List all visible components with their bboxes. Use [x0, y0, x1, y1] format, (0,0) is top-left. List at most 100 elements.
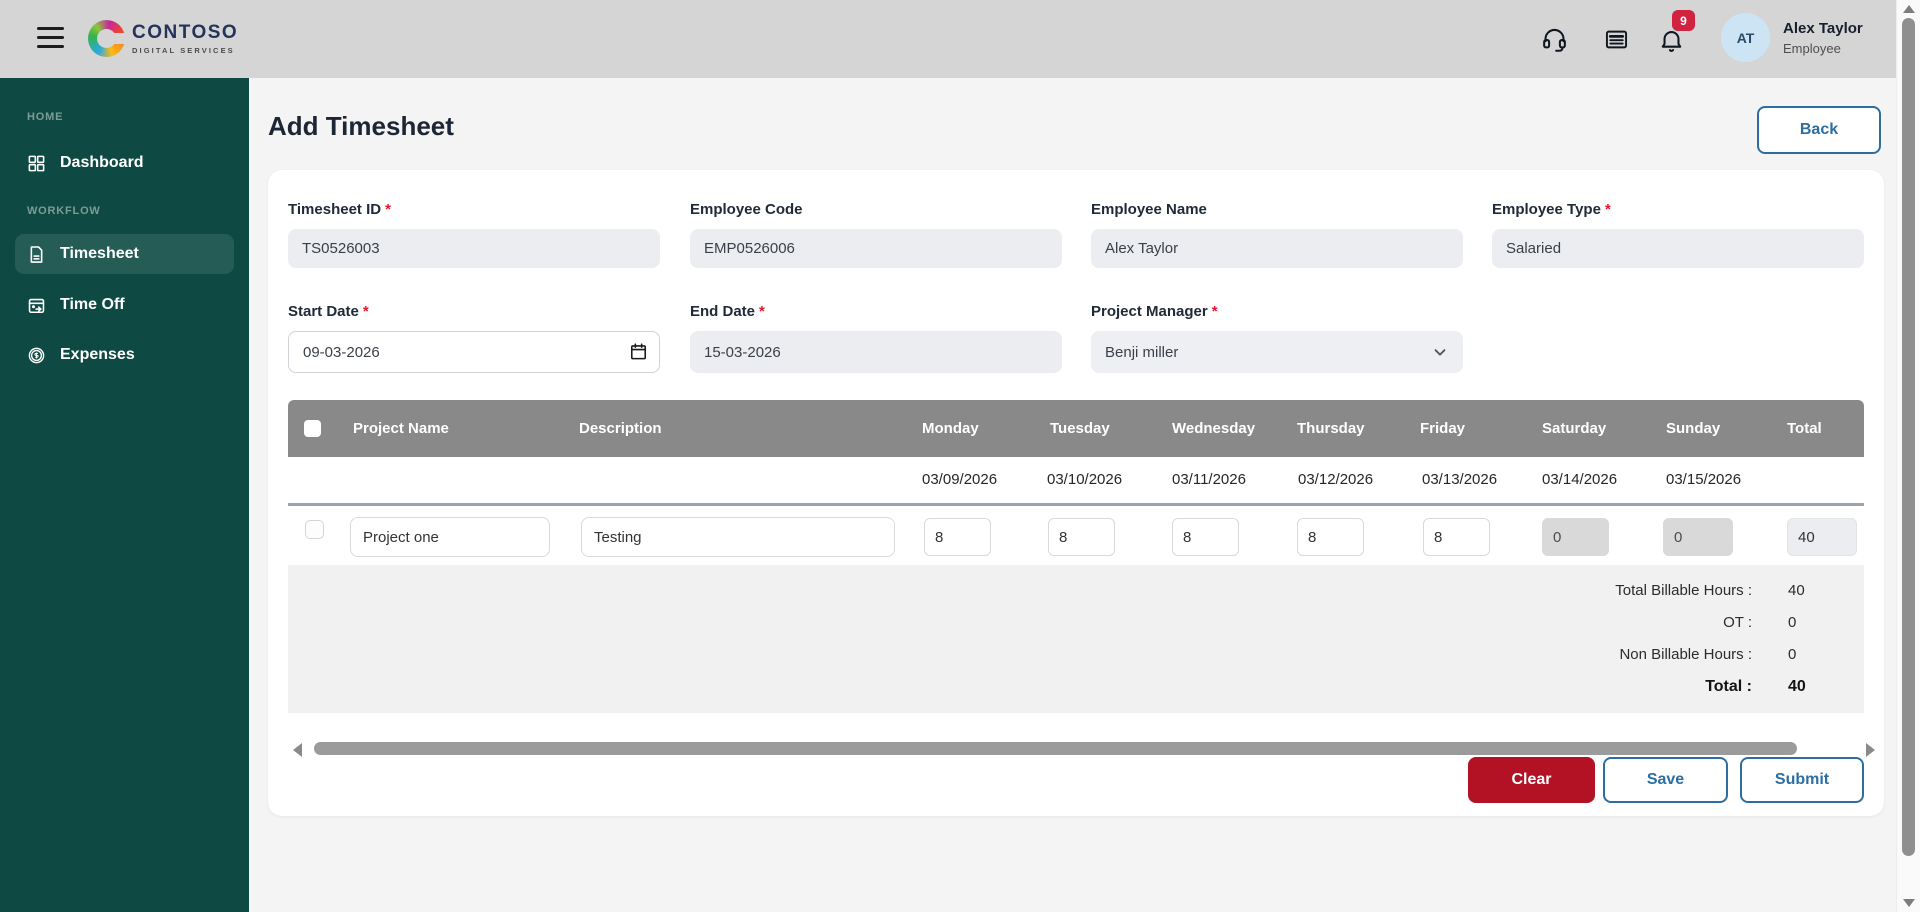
project-manager-select[interactable]: Benji miller: [1091, 331, 1463, 373]
scroll-right-arrow-icon[interactable]: [1866, 743, 1875, 757]
non-billable-value: 0: [1788, 646, 1848, 663]
chevron-down-icon: [1431, 343, 1449, 361]
user-avatar[interactable]: AT: [1721, 13, 1770, 62]
notification-count-badge[interactable]: 9: [1672, 10, 1695, 31]
total-billable-value: 40: [1788, 582, 1848, 599]
employee-name-input: [1091, 229, 1463, 268]
brand-logo: CONTOSO DIGITAL SERVICES: [88, 20, 238, 57]
sidebar-item-expenses[interactable]: Expenses: [15, 335, 234, 375]
main-content: Add Timesheet Back Timesheet ID* Employe…: [249, 78, 1896, 912]
expenses-dollar-icon: [27, 346, 46, 365]
timesheet-table-header: Project Name Description Monday Tuesday …: [288, 400, 1864, 457]
col-friday: Friday: [1420, 400, 1465, 457]
total-billable-label: Total Billable Hours :: [1615, 582, 1752, 599]
thursday-hours-input[interactable]: [1297, 518, 1364, 556]
clear-button[interactable]: Clear: [1468, 757, 1595, 803]
sidebar-item-label: Timesheet: [60, 245, 139, 263]
date-wednesday: 03/11/2026: [1172, 457, 1246, 503]
required-asterisk: *: [759, 303, 765, 320]
required-asterisk: *: [1605, 201, 1611, 218]
contoso-logo-icon: [88, 20, 125, 57]
col-monday: Monday: [922, 400, 979, 457]
project-manager-value: Benji miller: [1105, 344, 1178, 361]
sidebar-item-dashboard[interactable]: Dashboard: [15, 143, 234, 183]
select-all-checkbox[interactable]: [304, 420, 321, 437]
sidebar-item-label: Time Off: [60, 296, 125, 314]
saturday-hours-input: [1542, 518, 1609, 556]
col-sunday: Sunday: [1666, 400, 1720, 457]
project-name-input[interactable]: [350, 517, 550, 557]
table-horizontal-scrollbar: [288, 740, 1884, 758]
save-button[interactable]: Save: [1603, 757, 1728, 803]
timesheet-entry-row: [288, 506, 1864, 565]
headset-icon[interactable]: [1541, 26, 1568, 53]
project-manager-label: Project Manager*: [1091, 303, 1463, 323]
dashboard-grid-icon: [27, 154, 46, 173]
totals-summary: Total Billable Hours : 40 OT : 0 Non Bil…: [288, 565, 1864, 713]
scroll-up-arrow-icon[interactable]: [1903, 5, 1915, 13]
back-button[interactable]: Back: [1757, 106, 1881, 154]
col-project-name: Project Name: [353, 400, 449, 457]
sidebar-item-label: Expenses: [60, 346, 135, 364]
employee-name-label: Employee Name: [1091, 201, 1463, 221]
sidebar-nav: HOME Dashboard WORKFLOW Timesheet: [0, 78, 249, 912]
end-date-input: [690, 331, 1062, 373]
total-billable-row: Total Billable Hours : 40: [304, 582, 1848, 599]
employee-type-label: Employee Type*: [1492, 201, 1864, 221]
timesheet-id-input: [288, 229, 660, 268]
date-saturday: 03/14/2026: [1542, 457, 1617, 503]
description-input[interactable]: [581, 517, 895, 557]
employee-code-input: [690, 229, 1062, 268]
week-dates-row: 03/09/2026 03/10/2026 03/11/2026 03/12/2…: [288, 457, 1864, 503]
friday-hours-input[interactable]: [1423, 518, 1490, 556]
required-asterisk: *: [363, 303, 369, 320]
grand-total-row: Total : 40: [304, 678, 1848, 696]
row-checkbox[interactable]: [305, 520, 324, 539]
newsfeed-icon[interactable]: [1603, 26, 1630, 53]
top-header-bar: CONTOSO DIGITAL SERVICES 9 AT Alex Taylo…: [0, 0, 1896, 78]
sidebar-item-label: Dashboard: [60, 154, 144, 172]
tuesday-hours-input[interactable]: [1048, 518, 1115, 556]
start-date-input[interactable]: [288, 331, 660, 373]
grand-total-label: Total :: [1705, 678, 1752, 696]
grand-total-value: 40: [1788, 678, 1848, 696]
required-asterisk: *: [1212, 303, 1218, 320]
end-date-label: End Date*: [690, 303, 1062, 323]
col-saturday: Saturday: [1542, 400, 1606, 457]
row-total-input: [1787, 518, 1857, 556]
page-title: Add Timesheet: [268, 111, 454, 142]
date-thursday: 03/12/2026: [1298, 457, 1373, 503]
date-sunday: 03/15/2026: [1666, 457, 1741, 503]
col-thursday: Thursday: [1297, 400, 1365, 457]
scroll-left-arrow-icon[interactable]: [293, 743, 302, 757]
notification-bell-icon[interactable]: [1658, 28, 1685, 55]
timesheet-form-card: Timesheet ID* Employee Code Employee Nam…: [268, 170, 1884, 816]
timesheet-id-label: Timesheet ID*: [288, 201, 660, 221]
wednesday-hours-input[interactable]: [1172, 518, 1239, 556]
calendar-icon[interactable]: [629, 342, 648, 361]
start-date-label: Start Date*: [288, 303, 660, 323]
time-off-calendar-icon: [27, 296, 46, 315]
monday-hours-input[interactable]: [924, 518, 991, 556]
date-monday: 03/09/2026: [922, 457, 997, 503]
brand-tagline: DIGITAL SERVICES: [132, 46, 238, 55]
sidebar-item-time-off[interactable]: Time Off: [15, 285, 234, 325]
scroll-down-arrow-icon[interactable]: [1903, 899, 1915, 907]
ot-label: OT :: [1723, 614, 1752, 631]
date-friday: 03/13/2026: [1422, 457, 1497, 503]
submit-button[interactable]: Submit: [1740, 757, 1864, 803]
employee-code-label: Employee Code: [690, 201, 1062, 221]
menu-hamburger-icon[interactable]: [37, 27, 64, 50]
horizontal-scrollbar-thumb[interactable]: [314, 742, 1797, 755]
vertical-scrollbar-thumb[interactable]: [1902, 18, 1915, 856]
sidebar-section-home: HOME: [27, 111, 63, 123]
ot-value: 0: [1788, 614, 1848, 631]
required-asterisk: *: [385, 201, 391, 218]
app-window: CONTOSO DIGITAL SERVICES 9 AT Alex Taylo…: [0, 0, 1920, 912]
ot-row: OT : 0: [304, 614, 1848, 631]
user-role: Employee: [1783, 41, 1841, 56]
timesheet-document-icon: [27, 245, 46, 264]
sidebar-item-timesheet[interactable]: Timesheet: [15, 234, 234, 274]
page-vertical-scrollbar: [1896, 0, 1920, 912]
employee-type-input: [1492, 229, 1864, 268]
